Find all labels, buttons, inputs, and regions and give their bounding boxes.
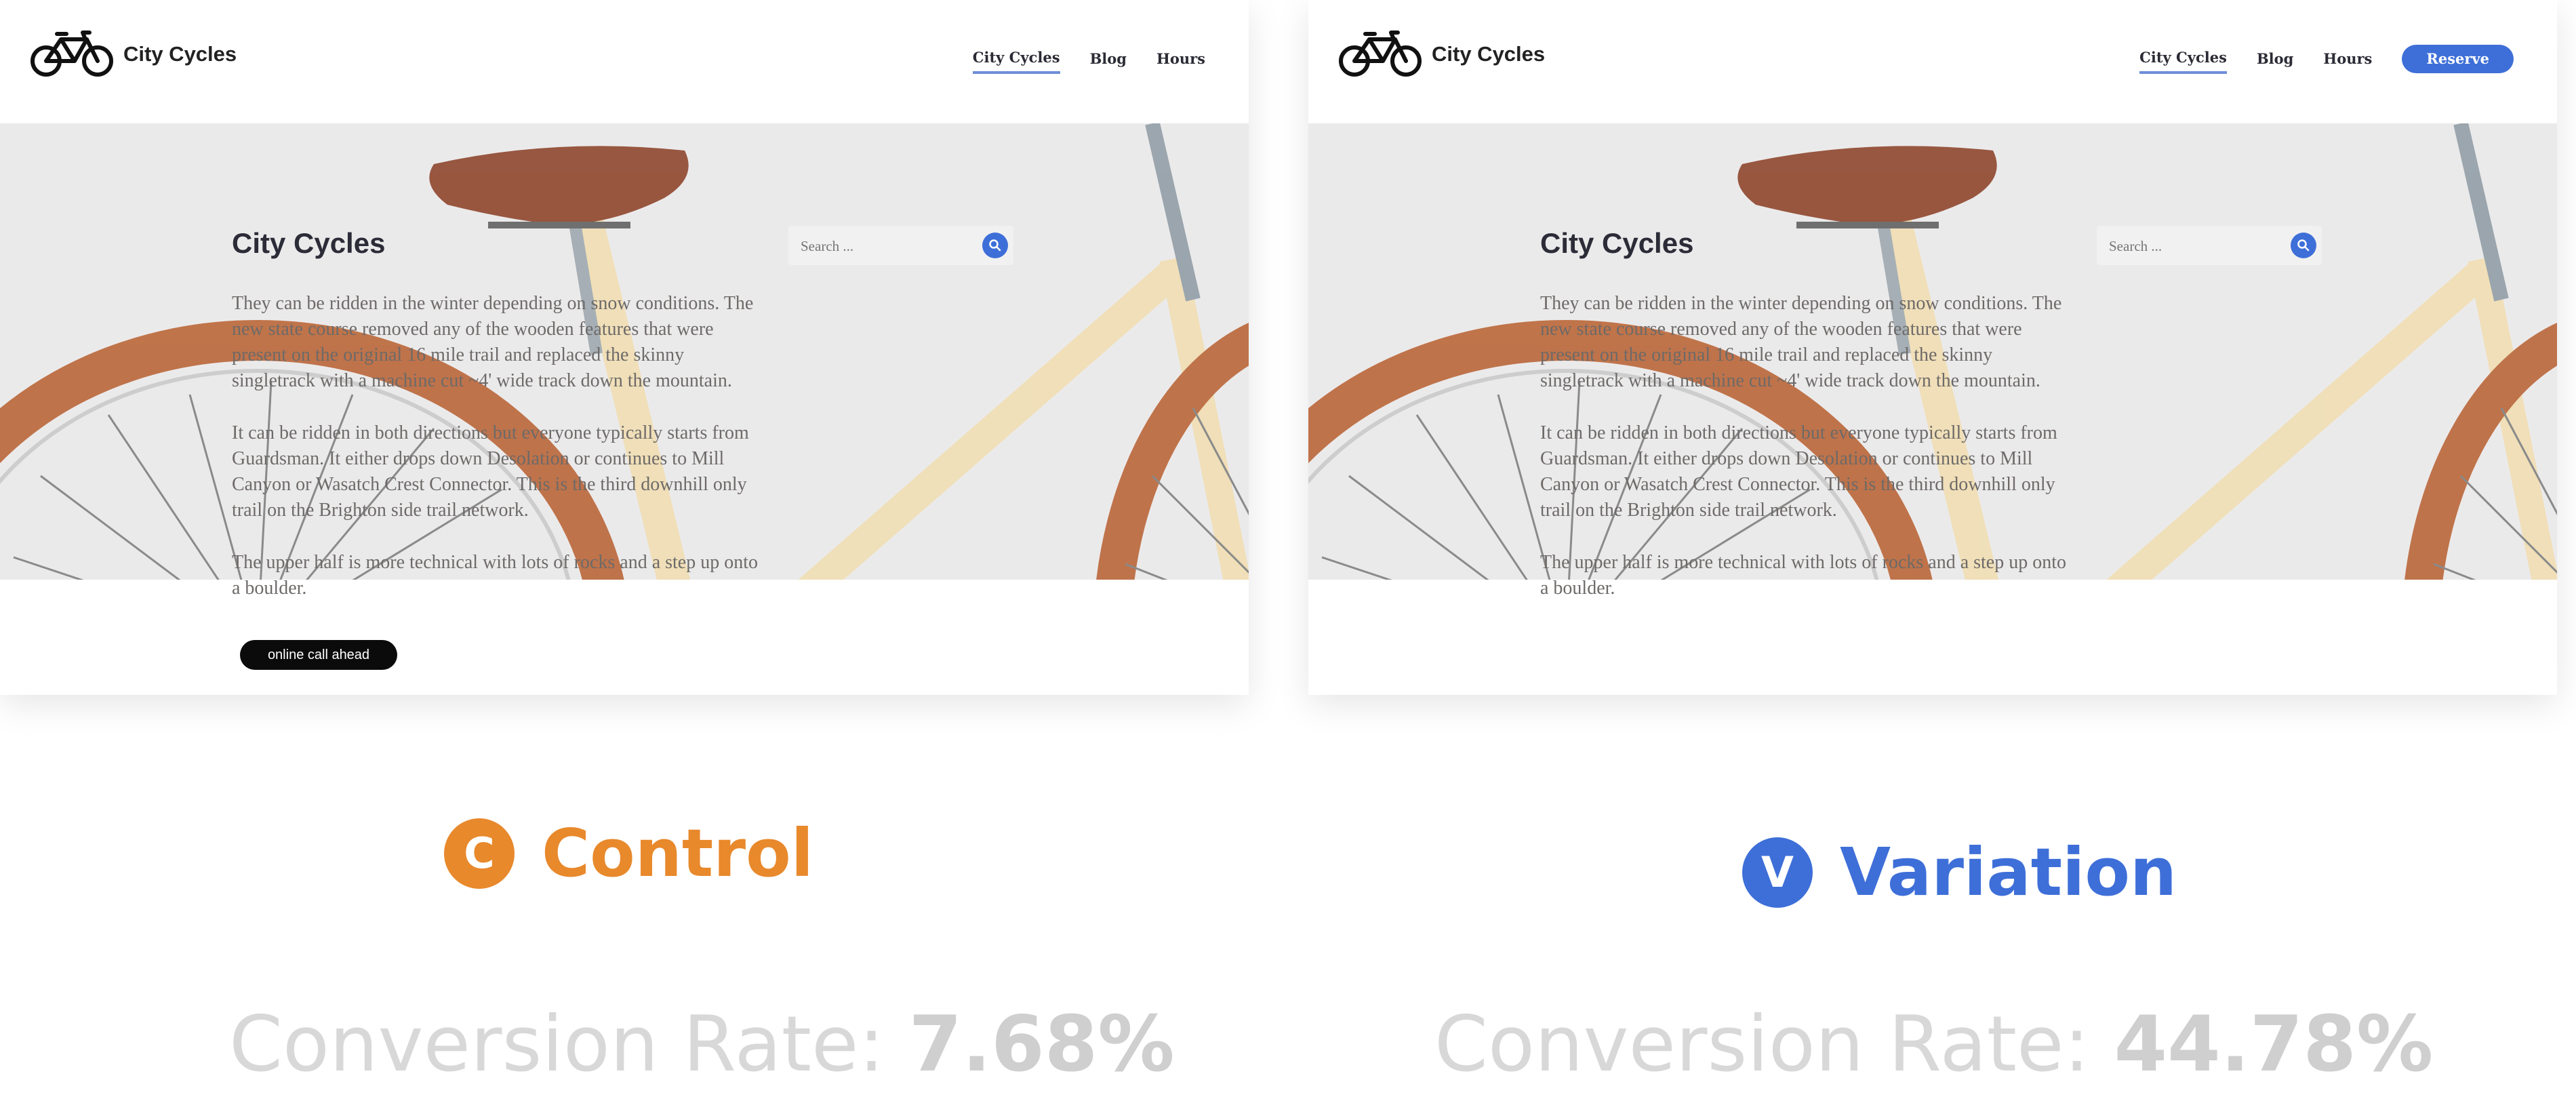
brand-name: City Cycles: [1432, 42, 1546, 66]
control-label: C Control: [444, 815, 813, 892]
site-header: City Cycles City Cycles Blog Hours Reser…: [1308, 0, 2557, 123]
paragraph: They can be ridden in the winter dependi…: [1540, 293, 2062, 391]
paragraph: It can be ridden in both directions but …: [232, 422, 749, 521]
paragraph: They can be ridden in the winter dependi…: [232, 293, 754, 391]
search-icon[interactable]: [982, 233, 1008, 258]
brand-name: City Cycles: [123, 42, 237, 66]
page-content: City Cycles They can be ridden in the wi…: [232, 227, 761, 670]
bicycle-logo-icon: [31, 31, 113, 77]
rate-label: Conversion Rate:: [1434, 999, 2114, 1089]
control-screenshot: City Cycles City Cycles Blog Hours Searc…: [0, 0, 1249, 695]
page-title: City Cycles: [1540, 227, 1694, 259]
online-call-ahead-button[interactable]: online call ahead: [240, 640, 397, 670]
variation-conversion-rate: Conversion Rate: 44.78%: [1434, 999, 2433, 1089]
rate-value: 44.78%: [2114, 999, 2434, 1089]
control-label-text: Control: [542, 815, 813, 892]
nav-blog[interactable]: Blog: [2257, 50, 2293, 73]
bicycle-logo-icon: [1339, 31, 1422, 77]
search-input[interactable]: [799, 233, 978, 260]
nav-city-cycles[interactable]: City Cycles: [2139, 49, 2227, 74]
logo[interactable]: City Cycles: [1338, 30, 1545, 79]
site-header: City Cycles City Cycles Blog Hours: [0, 0, 1249, 123]
nav-blog[interactable]: Blog: [1090, 50, 1127, 73]
variation-screenshot: City Cycles City Cycles Blog Hours Reser…: [1308, 0, 2557, 695]
page-title: City Cycles: [232, 227, 386, 259]
main-nav: City Cycles Blog Hours Reserve: [2110, 44, 2514, 74]
search-input[interactable]: [2108, 233, 2287, 260]
variation-badge: V: [1742, 837, 1813, 908]
paragraph: The upper half is more technical with lo…: [1540, 552, 2067, 599]
variation-label-text: Variation: [1840, 834, 2177, 911]
search-box: [2097, 226, 2322, 265]
paragraph: It can be ridden in both directions but …: [1540, 422, 2057, 521]
control-conversion-rate: Conversion Rate: 7.68%: [229, 999, 1175, 1089]
control-badge: C: [444, 818, 515, 889]
search-icon[interactable]: [2291, 233, 2316, 258]
rate-value: 7.68%: [908, 999, 1175, 1089]
paragraph: The upper half is more technical with lo…: [232, 552, 759, 599]
variation-label: V Variation: [1742, 834, 2177, 911]
logo[interactable]: City Cycles: [30, 30, 237, 79]
page-content: City Cycles They can be ridden in the wi…: [1540, 227, 2069, 628]
main-nav: City Cycles Blog Hours: [943, 49, 1205, 74]
nav-hours[interactable]: Hours: [2323, 50, 2372, 73]
nav-city-cycles[interactable]: City Cycles: [972, 49, 1060, 74]
nav-hours[interactable]: Hours: [1156, 50, 1205, 73]
rate-label: Conversion Rate:: [229, 999, 909, 1089]
search-box: [788, 226, 1013, 265]
reserve-button[interactable]: Reserve: [2402, 44, 2514, 73]
